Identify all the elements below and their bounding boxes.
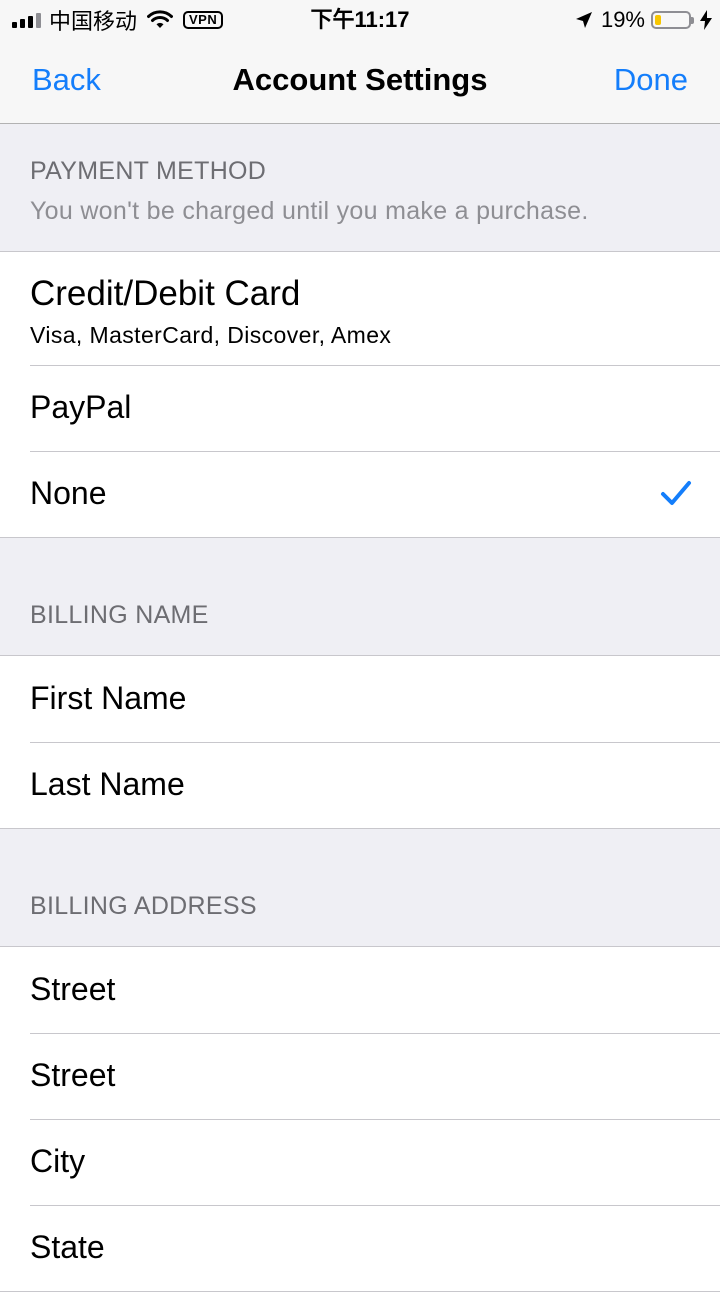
street-field-1[interactable]: Street (0, 947, 720, 1033)
field-label: City (30, 1143, 86, 1179)
payment-option-credit-card[interactable]: Credit/Debit Card Visa, MasterCard, Disc… (0, 252, 720, 365)
charging-bolt-icon (700, 10, 712, 30)
battery-percentage: 19% (600, 7, 645, 32)
state-field[interactable]: State (0, 1205, 720, 1291)
section-title: BILLING ADDRESS (30, 892, 257, 920)
billing-address-header: BILLING ADDRESS (0, 829, 720, 947)
page-title: Account Settings (232, 62, 488, 97)
section-subtitle: You won't be charged until you make a pu… (30, 197, 589, 225)
battery-fill (655, 15, 661, 25)
field-label: Last Name (30, 766, 185, 802)
street-field-2[interactable]: Street (0, 1033, 720, 1119)
first-name-field[interactable]: First Name (0, 656, 720, 742)
payment-method-header: PAYMENT METHOD You won't be charged unti… (0, 124, 720, 252)
field-label: Street (30, 971, 116, 1007)
battery-cap (691, 16, 694, 24)
field-label: Street (30, 1057, 116, 1093)
billing-name-header: BILLING NAME (0, 538, 720, 656)
checkmark-icon (661, 481, 691, 505)
billing-name-group: First Name Last Name (0, 656, 720, 829)
settings-list: PAYMENT METHOD You won't be charged unti… (0, 124, 720, 1292)
payment-option-none[interactable]: None (0, 451, 720, 537)
section-title: PAYMENT METHOD (30, 157, 267, 185)
payment-method-group: Credit/Debit Card Visa, MasterCard, Disc… (0, 252, 720, 538)
status-bar: 中国移动 VPN 下午11:17 19% (0, 0, 720, 40)
location-arrow-icon (575, 12, 592, 28)
billing-address-group: Street Street City State (0, 947, 720, 1292)
field-label: First Name (30, 680, 187, 716)
option-detail: Visa, MasterCard, Discover, Amex (30, 322, 392, 348)
option-label: Credit/Debit Card (30, 274, 301, 313)
last-name-field[interactable]: Last Name (0, 742, 720, 828)
done-button[interactable]: Done (614, 62, 688, 98)
option-label: None (30, 475, 107, 511)
option-label: PayPal (30, 389, 132, 425)
battery-icon (651, 11, 691, 29)
field-label: State (30, 1229, 105, 1265)
section-title: BILLING NAME (30, 601, 209, 629)
city-field[interactable]: City (0, 1119, 720, 1205)
navigation-bar: Back Account Settings Done (0, 40, 720, 124)
payment-option-paypal[interactable]: PayPal (0, 365, 720, 451)
